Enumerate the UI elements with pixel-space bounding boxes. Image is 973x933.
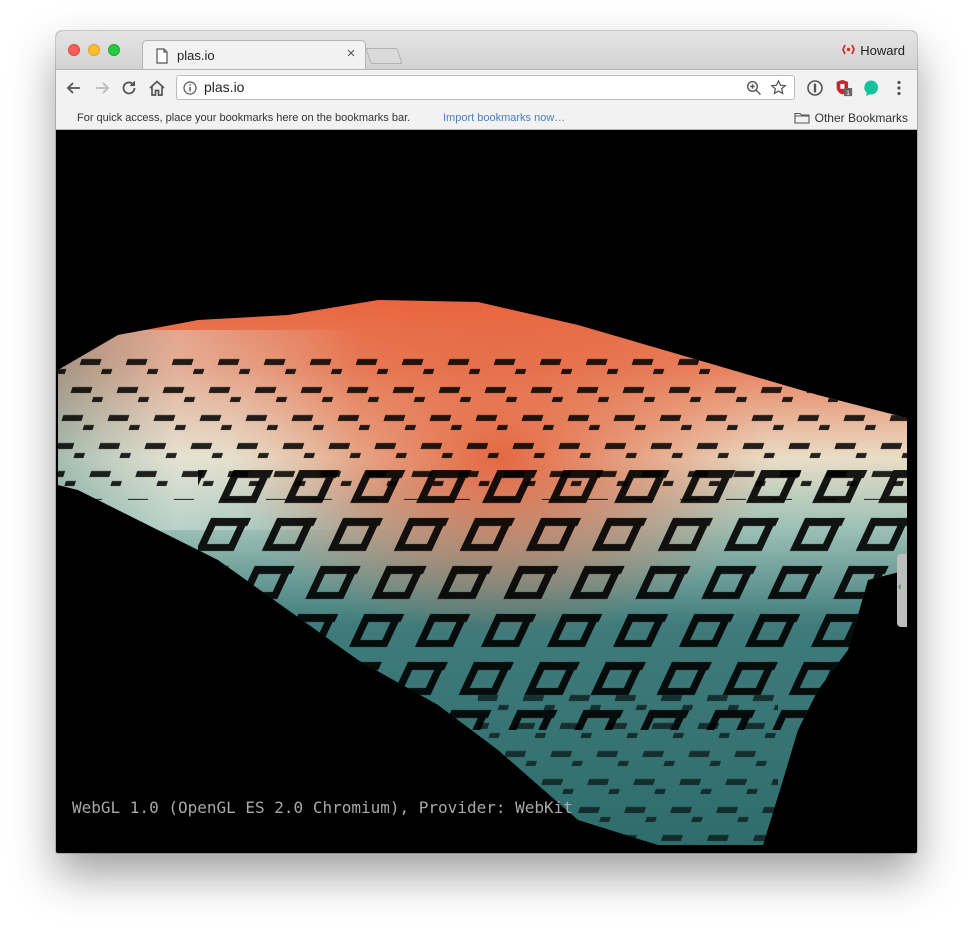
- zoom-icon[interactable]: [746, 80, 762, 96]
- back-icon[interactable]: [64, 78, 84, 98]
- new-tab-button[interactable]: [365, 48, 403, 64]
- point-cloud-render: [58, 300, 907, 845]
- side-panel-toggle[interactable]: ‹: [897, 554, 907, 627]
- tab-plasio[interactable]: plas.io ×: [142, 40, 366, 70]
- address-bar[interactable]: plas.io: [176, 75, 795, 100]
- close-tab-icon[interactable]: ×: [343, 46, 359, 62]
- url-text: plas.io: [204, 79, 245, 95]
- profile-name: Howard: [860, 43, 905, 58]
- other-bookmarks-label: Other Bookmarks: [814, 111, 908, 125]
- reload-icon[interactable]: [119, 78, 139, 98]
- minimize-window-button[interactable]: [88, 44, 100, 56]
- info-icon[interactable]: [183, 81, 197, 95]
- shield-extension-icon[interactable]: 1: [835, 79, 853, 97]
- password-icon[interactable]: [806, 79, 824, 97]
- title-bar: plas.io × Howard: [56, 31, 917, 70]
- home-icon[interactable]: [147, 78, 167, 98]
- browser-window: plas.io × Howard plas.io 1 For quick acc…: [56, 31, 917, 853]
- close-window-button[interactable]: [68, 44, 80, 56]
- grammarly-icon[interactable]: [862, 79, 880, 97]
- bookmarks-prompt: For quick access, place your bookmarks h…: [77, 112, 411, 124]
- star-icon[interactable]: [770, 79, 787, 96]
- maximize-window-button[interactable]: [108, 44, 120, 56]
- profile-icon: [842, 44, 856, 58]
- renderer-info: WebGL 1.0 (OpenGL ES 2.0 Chromium), Prov…: [72, 798, 573, 817]
- point-cloud-viewport[interactable]: WebGL 1.0 (OpenGL ES 2.0 Chromium), Prov…: [58, 130, 907, 853]
- forward-icon[interactable]: [92, 78, 112, 98]
- menu-icon[interactable]: [890, 79, 908, 97]
- folder-icon: [794, 112, 810, 124]
- toolbar: plas.io 1: [56, 69, 917, 108]
- extension-badge: 1: [846, 90, 850, 97]
- bookmarks-bar: For quick access, place your bookmarks h…: [56, 107, 917, 130]
- other-bookmarks-button[interactable]: Other Bookmarks: [794, 111, 908, 125]
- profile-button[interactable]: Howard: [842, 43, 905, 58]
- chevron-left-icon: ‹: [898, 581, 902, 593]
- tab-title: plas.io: [177, 48, 215, 63]
- import-bookmarks-link[interactable]: Import bookmarks now…: [443, 112, 565, 124]
- page-icon: [156, 48, 168, 64]
